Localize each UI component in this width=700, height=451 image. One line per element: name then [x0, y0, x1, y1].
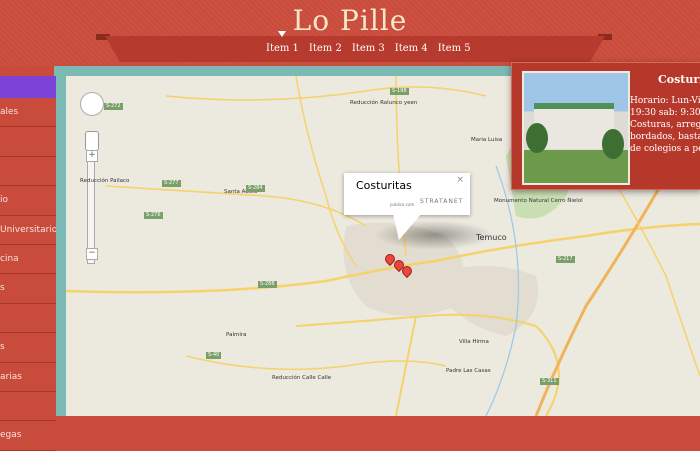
- site-logo[interactable]: Lo Pille: [0, 4, 700, 37]
- sidebar-item[interactable]: [0, 127, 56, 157]
- popup-title: Costuritas: [356, 179, 412, 192]
- nav-item-3[interactable]: Item 3: [352, 43, 385, 54]
- store-description: Horario: Lun-Vier 19:30 sab: 9:30 - 1 Co…: [630, 95, 700, 155]
- main-nav: Item 1 Item 2 Item 3 Item 4 Item 5: [266, 43, 471, 54]
- sidebar-item[interactable]: io: [0, 186, 56, 216]
- sidebar-header: [0, 76, 56, 98]
- road: [395, 315, 417, 416]
- road-badge: S-311: [540, 378, 559, 385]
- site-header: Lo Pille Item 1 Item 2 Item 3 Item 4 Ite…: [0, 0, 700, 66]
- zoom-out-button[interactable]: −: [86, 248, 98, 260]
- zoom-slider-handle[interactable]: [85, 131, 99, 151]
- store-photo: [522, 71, 630, 185]
- road-badge: S-276: [144, 212, 163, 219]
- store-description-line: 19:30 sab: 9:30 - 1: [630, 108, 700, 118]
- map-label: Monumento Natural Cerro Ñielol: [494, 198, 583, 204]
- sidebar-item[interactable]: s: [0, 333, 56, 363]
- sidebar-item[interactable]: [0, 392, 56, 422]
- sidebar-item[interactable]: egas: [0, 421, 56, 451]
- map-label: Padre Las Casas: [446, 368, 491, 374]
- nav-item-1[interactable]: Item 1: [266, 43, 299, 54]
- popup-footer: publica.com: [390, 202, 415, 207]
- sidebar: ales io Universitarios cina s s arias eg…: [0, 76, 56, 451]
- nav-item-2[interactable]: Item 2: [309, 43, 342, 54]
- map-info-popup[interactable]: Costuritas × publica.com STRATANET: [344, 173, 470, 215]
- store-title: Costurit: [658, 73, 700, 86]
- popup-tail: [393, 214, 421, 240]
- map-pan-control[interactable]: [80, 92, 104, 116]
- map-label: Reducción Calle Calle: [272, 375, 332, 381]
- sidebar-item[interactable]: arias: [0, 363, 56, 392]
- map-label: Palmira: [226, 332, 247, 338]
- nav-active-indicator-icon: [278, 31, 286, 37]
- photo-tree: [602, 129, 624, 159]
- road-badge: S-198: [390, 88, 409, 95]
- popup-close-icon[interactable]: ×: [456, 175, 464, 185]
- nav-item-5[interactable]: Item 5: [438, 43, 471, 54]
- sidebar-item[interactable]: ales: [0, 98, 56, 128]
- sidebar-item[interactable]: cina: [0, 245, 56, 275]
- road-badge: S-288: [258, 281, 277, 288]
- sidebar-item[interactable]: s: [0, 274, 56, 304]
- road-badge: S-217: [556, 256, 575, 263]
- sidebar-item[interactable]: Universitarios: [0, 216, 56, 245]
- store-description-line: Horario: Lun-Vier: [630, 96, 700, 106]
- store-info-panel: Costurit Horario: Lun-Vier 19:30 sab: 9:…: [511, 62, 700, 190]
- popup-shadow: [374, 220, 494, 250]
- popup-brand-logo: STRATANET: [420, 198, 464, 205]
- store-description-line: bordados, bastas,: [630, 132, 700, 142]
- road: [165, 86, 487, 101]
- store-description-line: Costuras, arreglos: [630, 120, 700, 130]
- road-badge: S-277: [162, 180, 181, 187]
- zoom-in-button[interactable]: +: [86, 150, 98, 162]
- nav-item-4[interactable]: Item 4: [395, 43, 428, 54]
- map-label: Villa Hirma: [459, 339, 489, 345]
- store-description-line: de colegios a pedi: [630, 144, 700, 154]
- map-label: Reducción Ralunco yeen: [350, 100, 418, 106]
- photo-tree: [526, 123, 548, 153]
- sidebar-item[interactable]: [0, 304, 56, 334]
- map-label: Reducción Pailaco: [80, 178, 130, 184]
- road-badge: S-40: [206, 352, 222, 359]
- road-badge: S-272: [104, 103, 123, 110]
- sidebar-item[interactable]: [0, 157, 56, 187]
- road-badge: S-284: [246, 185, 265, 192]
- map-label: Maria Luisa: [471, 137, 503, 143]
